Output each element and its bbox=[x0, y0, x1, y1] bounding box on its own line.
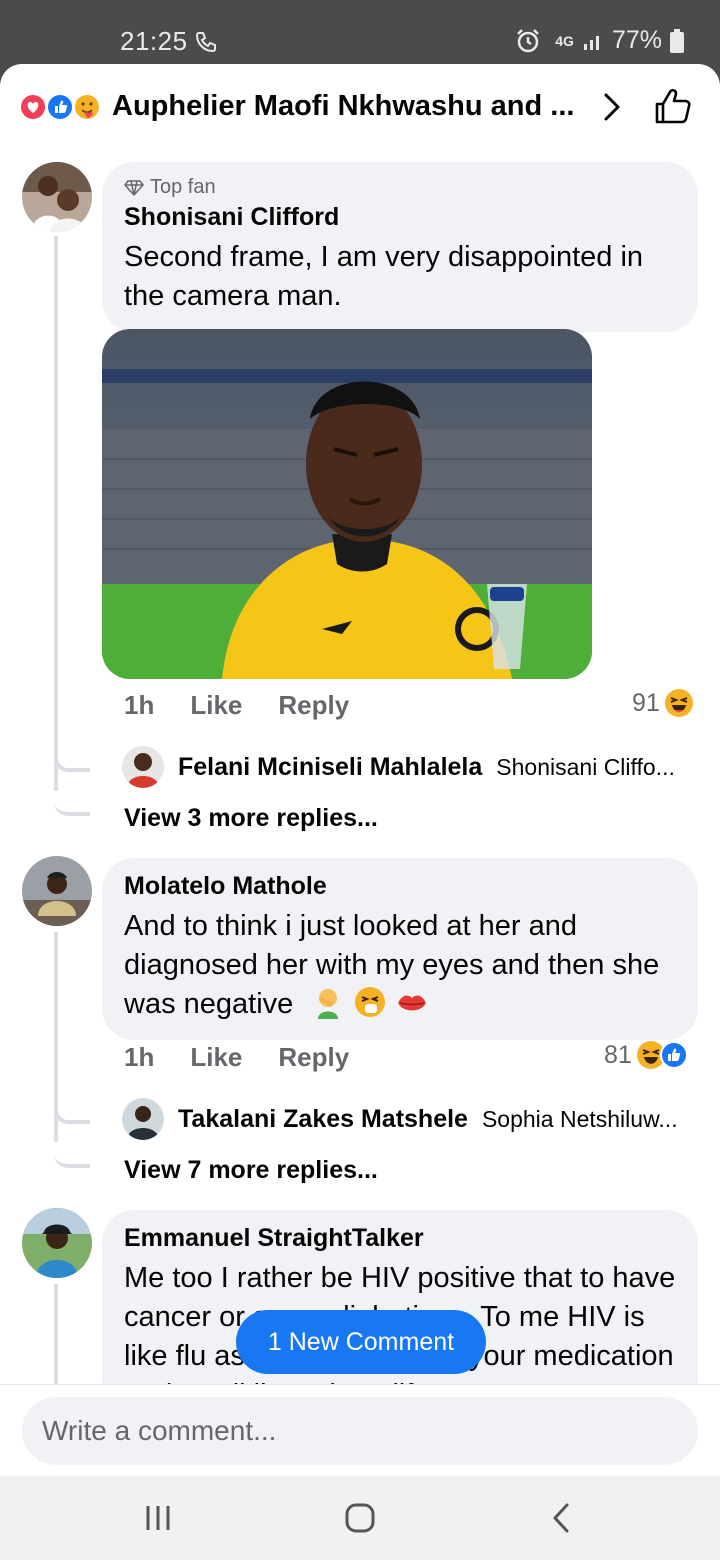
reply-text: Shonisani Cliffo... bbox=[496, 753, 675, 780]
sneeze-emoji-icon bbox=[355, 987, 386, 1017]
status-icons: 4G 77% bbox=[515, 26, 684, 55]
avatar[interactable] bbox=[22, 1208, 92, 1278]
reply-text: Sophia Netshiluw... bbox=[481, 1105, 678, 1132]
reply-button[interactable]: Reply bbox=[278, 690, 349, 721]
comment-text: Second frame, I am very disappointed in … bbox=[124, 241, 644, 312]
signal-icon bbox=[583, 35, 599, 50]
comment-time: 1h bbox=[124, 1042, 155, 1072]
comment-author[interactable]: Emmanuel StraightTalker bbox=[124, 1224, 676, 1253]
reply-preview[interactable]: Takalani Zakes Matshele Sophia Netshiluw… bbox=[122, 1098, 702, 1140]
chevron-right-icon[interactable] bbox=[598, 90, 626, 124]
reaction-count-value: 91 bbox=[632, 688, 660, 717]
thread-line-1 bbox=[54, 236, 58, 791]
battery-percent: 77% bbox=[611, 26, 662, 54]
comment-author[interactable]: Molatelo Mathole bbox=[124, 872, 676, 901]
thread-branch-2b bbox=[54, 1144, 90, 1168]
reply-author: Felani Mciniseli Mahlalela bbox=[178, 752, 483, 781]
status-time: 21:25 bbox=[120, 26, 188, 56]
avatar[interactable] bbox=[22, 856, 92, 926]
thread-branch-1a bbox=[54, 748, 90, 772]
recent-apps-icon[interactable] bbox=[142, 1502, 174, 1534]
like-post-icon[interactable] bbox=[652, 86, 694, 128]
face-palm-emoji-icon bbox=[318, 989, 339, 1019]
haha-reaction-icon bbox=[664, 689, 693, 717]
composer-bar: Write a comment... bbox=[0, 1384, 720, 1476]
alarm-icon bbox=[517, 28, 540, 52]
thread-branch-1b bbox=[54, 792, 90, 816]
reply-avatar bbox=[122, 746, 164, 788]
reactions-summary-icon[interactable] bbox=[18, 92, 108, 122]
comment-text-body: And to think i just looked at her and di… bbox=[124, 910, 660, 1020]
new-comment-button[interactable]: 1 New Comment bbox=[236, 1310, 486, 1374]
battery-icon bbox=[670, 28, 684, 53]
lips-emoji-icon bbox=[398, 995, 427, 1011]
like-button[interactable]: Like bbox=[190, 690, 242, 721]
comment-input[interactable]: Write a comment... bbox=[22, 1397, 698, 1465]
reply-button[interactable]: Reply bbox=[278, 1042, 349, 1073]
comments-sheet: Auphelier Maofi Nkhwashu and ... Top fan… bbox=[0, 64, 720, 1476]
comment-author[interactable]: Shonisani Clifford bbox=[124, 203, 676, 232]
diamond-icon bbox=[124, 179, 144, 196]
reply-preview[interactable]: Felani Mciniseli Mahlalela Shonisani Cli… bbox=[122, 746, 702, 788]
home-icon[interactable] bbox=[344, 1502, 376, 1534]
avatar[interactable] bbox=[22, 162, 92, 232]
comment-time: 1h bbox=[124, 690, 155, 720]
like-reaction-icon bbox=[659, 1041, 688, 1069]
reaction-count[interactable]: 91 bbox=[632, 688, 694, 718]
comment-photo[interactable] bbox=[102, 329, 592, 679]
thread-line-3 bbox=[54, 1284, 58, 1384]
system-nav-bar bbox=[0, 1476, 720, 1560]
like-button[interactable]: Like bbox=[190, 1042, 242, 1073]
comment-actions: 1h Like Reply bbox=[124, 1042, 349, 1073]
comment-text: And to think i just looked at her and di… bbox=[124, 907, 676, 1024]
reaction-count-value: 81 bbox=[604, 1040, 632, 1069]
view-more-replies[interactable]: View 7 more replies... bbox=[124, 1156, 378, 1185]
reactions-header[interactable]: Auphelier Maofi Nkhwashu and ... bbox=[0, 64, 720, 152]
view-more-replies[interactable]: View 3 more replies... bbox=[124, 804, 378, 833]
comment-bubble[interactable]: Molatelo Mathole And to think i just loo… bbox=[102, 858, 698, 1040]
reply-author: Takalani Zakes Matshele bbox=[178, 1104, 468, 1133]
thread-branch-2a bbox=[54, 1100, 90, 1124]
reply-avatar bbox=[122, 1098, 164, 1140]
comment-bubble[interactable]: Top fan Shonisani Clifford Second frame,… bbox=[102, 162, 698, 332]
wifi-call-icon bbox=[195, 32, 216, 53]
header-title[interactable]: Auphelier Maofi Nkhwashu and ... bbox=[112, 90, 582, 123]
reaction-count[interactable]: 81 bbox=[604, 1040, 688, 1070]
top-fan-label: Top fan bbox=[150, 176, 216, 198]
top-fan-badge: Top fan bbox=[124, 176, 676, 199]
comment-actions: 1h Like Reply bbox=[124, 690, 349, 721]
network-type: 4G bbox=[555, 32, 574, 49]
back-icon[interactable] bbox=[546, 1502, 578, 1534]
